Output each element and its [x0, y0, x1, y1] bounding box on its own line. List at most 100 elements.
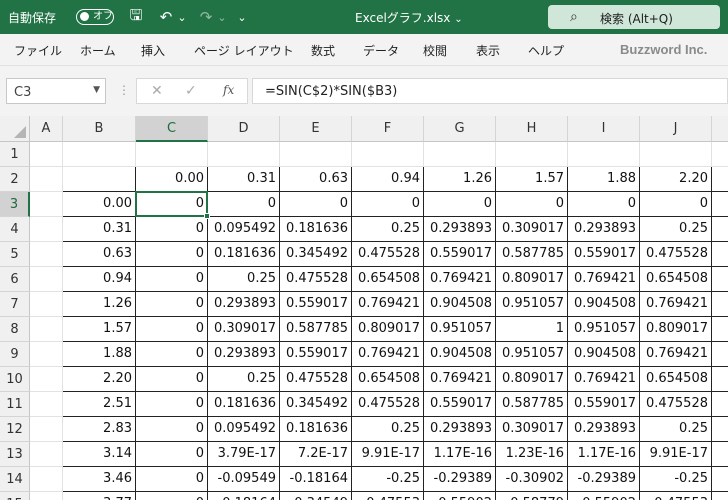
cell-b15[interactable]: 3.77 [63, 492, 136, 500]
cell-h2[interactable]: 1.57 [496, 167, 568, 192]
cell-e8[interactable]: 0.587785 [280, 317, 352, 342]
cell-c1[interactable] [136, 142, 208, 167]
cell-e5[interactable]: 0.345492 [280, 242, 352, 267]
cell-a13[interactable] [30, 442, 63, 467]
row-header-8[interactable]: 8 [0, 317, 30, 342]
cell-partial[interactable] [712, 467, 728, 492]
column-header-b[interactable]: B [63, 116, 136, 142]
cell-i7[interactable]: 0.904508 [568, 292, 640, 317]
cell-b9[interactable]: 1.88 [63, 342, 136, 367]
column-header-e[interactable]: E [280, 116, 352, 142]
cell-e10[interactable]: 0.475528 [280, 367, 352, 392]
cell-d14[interactable]: -0.09549 [208, 467, 280, 492]
column-header-h[interactable]: H [496, 116, 568, 142]
cell-g4[interactable]: 0.293893 [424, 217, 496, 242]
cell-b4[interactable]: 0.31 [63, 217, 136, 242]
cell-b11[interactable]: 2.51 [63, 392, 136, 417]
cell-e12[interactable]: 0.181636 [280, 417, 352, 442]
cell-a3[interactable] [30, 192, 63, 217]
cell-f11[interactable]: 0.475528 [352, 392, 424, 417]
cell-g15[interactable]: -0.55902 [424, 492, 496, 500]
search-box[interactable]: ⌕ 検索 (Alt+Q) [548, 5, 720, 29]
autosave-toggle[interactable]: オフ [76, 9, 114, 25]
cell-g14[interactable]: -0.29389 [424, 467, 496, 492]
cell-h12[interactable]: 0.309017 [496, 417, 568, 442]
cell-partial[interactable] [712, 142, 728, 167]
cell-h7[interactable]: 0.951057 [496, 292, 568, 317]
tab-formulas[interactable]: 数式 [311, 42, 335, 59]
cell-f6[interactable]: 0.654508 [352, 267, 424, 292]
cell-b13[interactable]: 3.14 [63, 442, 136, 467]
cell-c12[interactable]: 0 [136, 417, 208, 442]
cell-j1[interactable] [640, 142, 712, 167]
cell-c4[interactable]: 0 [136, 217, 208, 242]
cell-f8[interactable]: 0.809017 [352, 317, 424, 342]
cell-j15[interactable]: -0.47553 [640, 492, 712, 500]
row-header-6[interactable]: 6 [0, 267, 30, 292]
cell-d12[interactable]: 0.095492 [208, 417, 280, 442]
cell-j4[interactable]: 0.25 [640, 217, 712, 242]
cell-d11[interactable]: 0.181636 [208, 392, 280, 417]
cell-d9[interactable]: 0.293893 [208, 342, 280, 367]
cell-c2[interactable]: 0.00 [136, 167, 208, 192]
cell-j7[interactable]: 0.769421 [640, 292, 712, 317]
cell-i15[interactable]: -0.55902 [568, 492, 640, 500]
cell-f3[interactable]: 0 [352, 192, 424, 217]
cell-d7[interactable]: 0.293893 [208, 292, 280, 317]
cell-f13[interactable]: 9.91E-17 [352, 442, 424, 467]
cell-i13[interactable]: 1.17E-16 [568, 442, 640, 467]
cell-c3[interactable]: 0 [136, 192, 208, 217]
cell-partial[interactable] [712, 267, 728, 292]
cell-g2[interactable]: 1.26 [424, 167, 496, 192]
cell-h8[interactable]: 1 [496, 317, 568, 342]
row-header-4[interactable]: 4 [0, 217, 30, 242]
cell-i5[interactable]: 0.559017 [568, 242, 640, 267]
cell-f15[interactable]: -0.47553 [352, 492, 424, 500]
cell-a10[interactable] [30, 367, 63, 392]
cell-d3[interactable]: 0 [208, 192, 280, 217]
cell-partial[interactable] [712, 492, 728, 500]
cell-h15[interactable]: -0.58779 [496, 492, 568, 500]
cell-c15[interactable]: 0 [136, 492, 208, 500]
cell-g9[interactable]: 0.904508 [424, 342, 496, 367]
cell-b5[interactable]: 0.63 [63, 242, 136, 267]
cell-e9[interactable]: 0.559017 [280, 342, 352, 367]
column-header-j[interactable]: J [640, 116, 712, 142]
row-header-11[interactable]: 11 [0, 392, 30, 417]
tab-insert[interactable]: 挿入 [141, 42, 165, 59]
cell-h5[interactable]: 0.587785 [496, 242, 568, 267]
cell-i8[interactable]: 0.951057 [568, 317, 640, 342]
cell-e13[interactable]: 7.2E-17 [280, 442, 352, 467]
row-header-1[interactable]: 1 [0, 142, 30, 167]
row-header-13[interactable]: 13 [0, 442, 30, 467]
cell-c14[interactable]: 0 [136, 467, 208, 492]
cell-b6[interactable]: 0.94 [63, 267, 136, 292]
cell-h14[interactable]: -0.30902 [496, 467, 568, 492]
cell-c11[interactable]: 0 [136, 392, 208, 417]
cell-g11[interactable]: 0.559017 [424, 392, 496, 417]
row-header-9[interactable]: 9 [0, 342, 30, 367]
cell-i4[interactable]: 0.293893 [568, 217, 640, 242]
customize-icon[interactable]: ⌄ [236, 7, 248, 27]
cell-j13[interactable]: 9.91E-17 [640, 442, 712, 467]
cell-f10[interactable]: 0.654508 [352, 367, 424, 392]
cell-i3[interactable]: 0 [568, 192, 640, 217]
cell-partial[interactable] [712, 242, 728, 267]
cell-a1[interactable] [30, 142, 63, 167]
cell-g3[interactable]: 0 [424, 192, 496, 217]
cell-partial[interactable] [712, 217, 728, 242]
row-header-5[interactable]: 5 [0, 242, 30, 267]
cell-a14[interactable] [30, 467, 63, 492]
cell-e11[interactable]: 0.345492 [280, 392, 352, 417]
cell-c10[interactable]: 0 [136, 367, 208, 392]
cell-j8[interactable]: 0.809017 [640, 317, 712, 342]
cell-i10[interactable]: 0.769421 [568, 367, 640, 392]
cell-b3[interactable]: 0.00 [63, 192, 136, 217]
cell-a6[interactable] [30, 267, 63, 292]
cell-f1[interactable] [352, 142, 424, 167]
cell-h13[interactable]: 1.23E-16 [496, 442, 568, 467]
cell-i1[interactable] [568, 142, 640, 167]
cell-partial[interactable] [712, 342, 728, 367]
cell-c5[interactable]: 0 [136, 242, 208, 267]
row-header-12[interactable]: 12 [0, 417, 30, 442]
